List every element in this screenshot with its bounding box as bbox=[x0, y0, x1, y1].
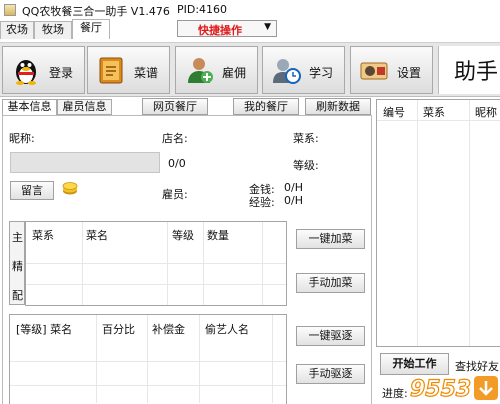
tab-restaurant[interactable]: 餐厅 bbox=[72, 19, 110, 39]
helper-panel: 助手 bbox=[438, 46, 500, 94]
learn-label: 学习 bbox=[309, 66, 334, 80]
title-bar: QQ农牧餐三合一助手 V1.476 PID:4160 bbox=[0, 0, 500, 20]
side-tabs: 主 精 配 bbox=[9, 221, 25, 305]
one-click-expel-button[interactable]: 一键驱逐 bbox=[296, 326, 365, 346]
add-user-icon bbox=[188, 58, 213, 83]
hire-button[interactable]: 雇佣 bbox=[175, 46, 258, 94]
manual-expel-button[interactable]: 手动驱逐 bbox=[296, 364, 365, 384]
one-click-add-dish-button[interactable]: 一键加菜 bbox=[296, 229, 365, 249]
tab-employee-info[interactable]: 雇员信息 bbox=[57, 99, 112, 115]
web-restaurant-button[interactable]: 网页餐厅 bbox=[142, 98, 208, 115]
artist-col-thief[interactable]: 偷艺人名 bbox=[205, 321, 249, 337]
dish-table[interactable]: 菜系 菜名 等级 数量 bbox=[25, 221, 287, 306]
svg-text:9553: 9553 bbox=[410, 377, 471, 402]
tab-farm[interactable]: 农场 bbox=[0, 21, 34, 39]
restaurant-list[interactable]: 编号 菜系 昵称 bbox=[376, 99, 500, 347]
pid-label: PID:4160 bbox=[177, 3, 228, 16]
login-label: 登录 bbox=[49, 66, 74, 80]
qq-penguin-icon bbox=[16, 60, 36, 85]
artist-col-percent[interactable]: 百分比 bbox=[102, 321, 135, 337]
message-button[interactable]: 留言 bbox=[10, 181, 54, 200]
side-tab-fine[interactable]: 精 bbox=[12, 258, 23, 274]
list-col-id[interactable]: 编号 bbox=[383, 104, 405, 120]
refresh-data-button[interactable]: 刷新数据 bbox=[305, 98, 371, 115]
artist-col-compensation[interactable]: 补偿金 bbox=[152, 321, 185, 337]
list-col-cuisine[interactable]: 菜系 bbox=[423, 104, 445, 120]
my-restaurant-button[interactable]: 我的餐厅 bbox=[233, 98, 299, 115]
dish-col-name[interactable]: 菜名 bbox=[86, 227, 108, 243]
quick-action-dropdown[interactable]: 快捷操作 ▼ bbox=[177, 20, 277, 37]
list-col-nickname[interactable]: 昵称 bbox=[475, 104, 497, 120]
side-tab-main[interactable]: 主 bbox=[12, 229, 23, 245]
employee-label: 雇员: bbox=[162, 188, 188, 201]
nickname-label: 昵称: bbox=[9, 132, 35, 145]
tab-basic-info[interactable]: 基本信息 bbox=[2, 99, 57, 115]
exp-value: 0/H bbox=[284, 194, 303, 207]
clock-user-icon bbox=[273, 59, 301, 84]
settings-label: 设置 bbox=[397, 66, 422, 80]
gold-coin-icon bbox=[62, 182, 78, 195]
level-label: 等级: bbox=[293, 159, 319, 172]
cuisine-label: 菜系: bbox=[293, 132, 319, 145]
artist-col-dish[interactable]: [等级] 菜名 bbox=[16, 321, 72, 337]
shop-name-label: 店名: bbox=[162, 132, 188, 145]
exp-label: 经验: bbox=[249, 196, 275, 209]
menu-label: 菜谱 bbox=[134, 66, 159, 80]
manual-add-dish-button[interactable]: 手动加菜 bbox=[296, 273, 365, 293]
settings-button[interactable]: 设置 bbox=[350, 46, 433, 94]
tab-ranch[interactable]: 牧场 bbox=[34, 21, 72, 39]
dish-table-header: 菜系 菜名 等级 数量 bbox=[26, 222, 286, 244]
stolen-dish-table[interactable]: [等级] 菜名 百分比 补偿金 偷艺人名 bbox=[9, 314, 287, 404]
recipe-book-icon bbox=[99, 57, 123, 84]
login-button[interactable]: 登录 bbox=[2, 46, 85, 94]
learn-button[interactable]: 学习 bbox=[262, 46, 345, 94]
dish-col-cuisine[interactable]: 菜系 bbox=[32, 227, 54, 243]
helper-title: 助手 bbox=[454, 60, 499, 85]
progress-label: 进度: bbox=[382, 387, 408, 400]
site-watermark-logo: 9553 bbox=[409, 376, 498, 403]
window-title: QQ农牧餐三合一助手 V1.476 bbox=[22, 5, 170, 18]
settings-icon bbox=[360, 62, 388, 80]
side-tab-side[interactable]: 配 bbox=[12, 287, 23, 303]
progress-text: 0/0 bbox=[168, 157, 186, 170]
menu-button[interactable]: 菜谱 bbox=[87, 46, 170, 94]
dish-col-level[interactable]: 等级 bbox=[172, 227, 194, 243]
quick-action-label: 快捷操作 bbox=[198, 24, 242, 37]
level-progress-bar bbox=[10, 152, 160, 173]
toolbar: 登录 菜谱 雇佣 学习 设置 助手 bbox=[0, 42, 500, 97]
chevron-down-icon: ▼ bbox=[264, 22, 271, 32]
hire-label: 雇佣 bbox=[222, 66, 247, 80]
app-icon bbox=[4, 4, 16, 16]
dish-col-quantity[interactable]: 数量 bbox=[207, 227, 229, 243]
money-value: 0/H bbox=[284, 181, 303, 194]
